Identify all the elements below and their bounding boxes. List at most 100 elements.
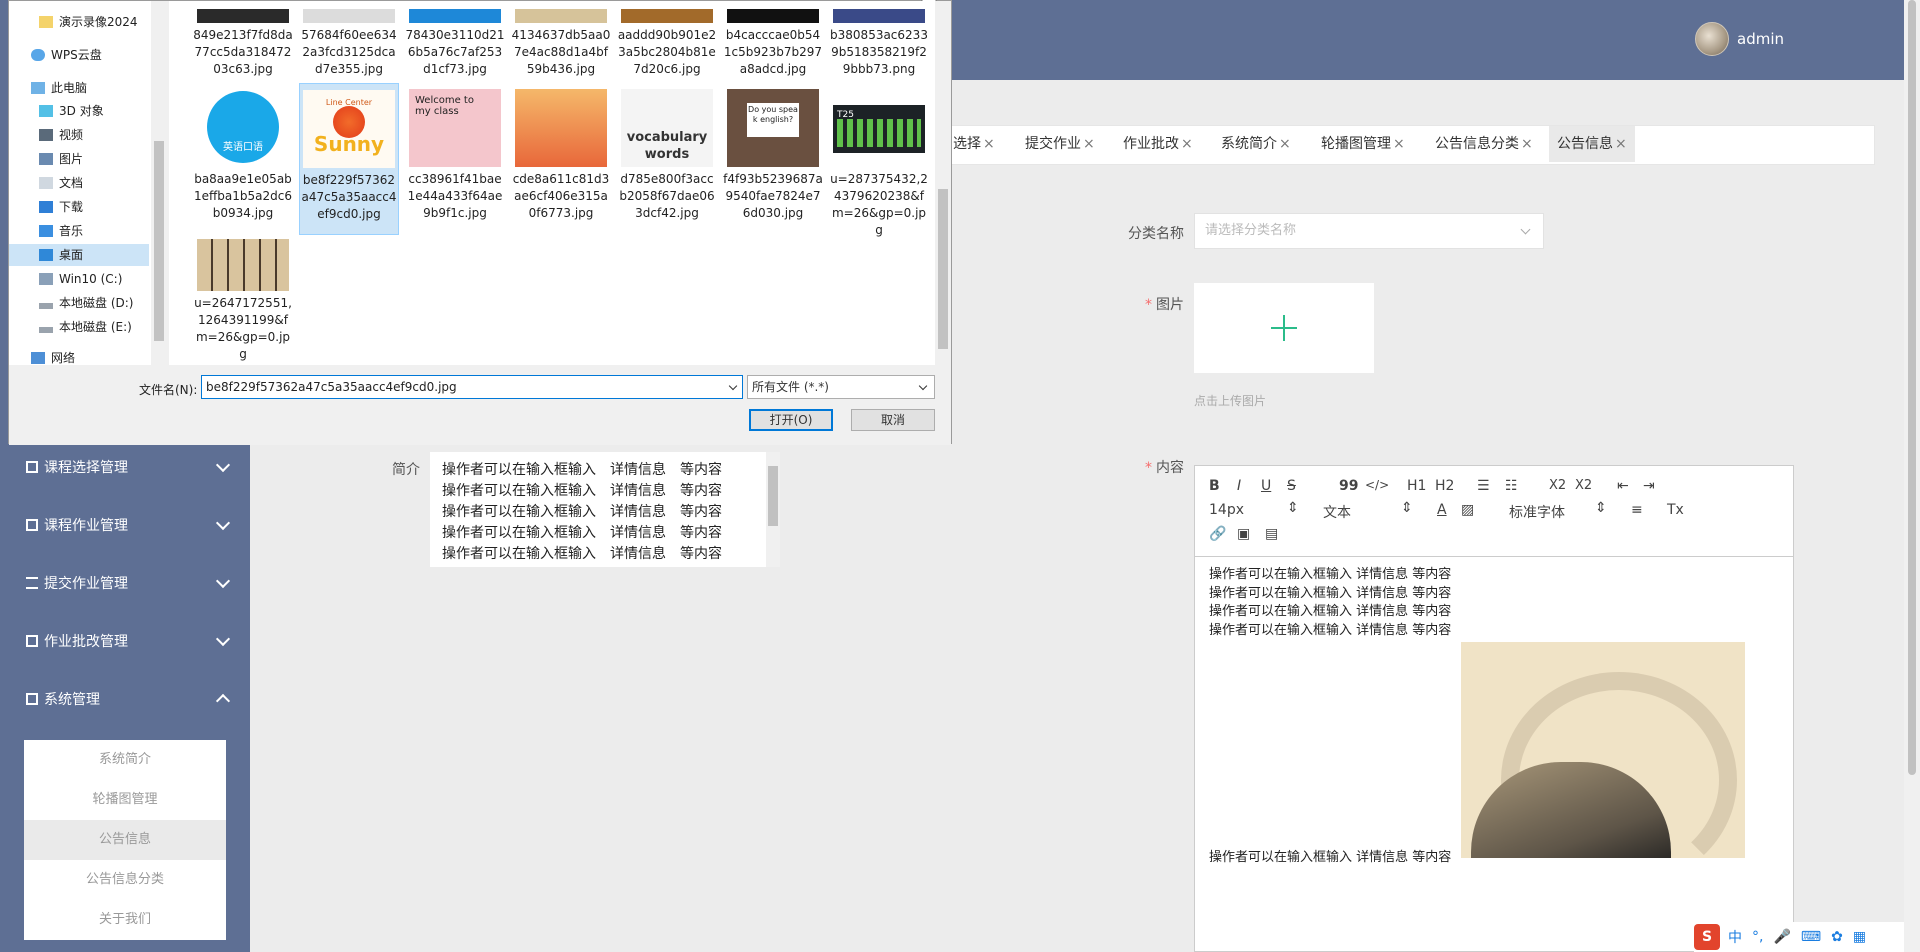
file-item-selected[interactable]: Line Center Sunny be8f229f57362a47c5a35a… [299,83,399,235]
tab-system-intro[interactable]: 系统简介 × [1221,126,1291,162]
sidebar-item-course-selection[interactable]: 课程选择管理 [0,438,250,496]
close-icon[interactable]: × [1521,136,1533,152]
outdent-icon[interactable]: ⇤ [1617,478,1629,494]
nav-scrollbar[interactable] [151,1,167,365]
nav-item-wps-cloud[interactable]: WPS云盘 [31,44,102,66]
image-icon[interactable]: ▣ [1237,526,1250,542]
close-icon[interactable]: × [1181,136,1193,152]
h2-button[interactable]: H2 [1435,478,1454,494]
files-scrollbar-thumb[interactable] [938,189,948,349]
sogou-logo-icon[interactable]: S [1694,924,1720,950]
chevron-down-icon[interactable] [728,381,738,391]
nav-item-3d-objects[interactable]: 3D 对象 [39,100,104,122]
italic-button[interactable]: I [1237,478,1241,494]
submenu-item-carousel[interactable]: 轮播图管理 [24,780,226,820]
text-color-button[interactable]: A [1437,502,1447,518]
file-item[interactable]: aaddd90b901e23a5bc2804b81e7d20c6.jpg [617,9,717,78]
block-format-select[interactable]: 文本 [1323,502,1351,522]
tab-carousel[interactable]: 轮播图管理 × [1321,126,1405,162]
close-icon[interactable]: × [1393,136,1405,152]
tab-homework-grading[interactable]: 作业批改 × [1123,126,1193,162]
nav-item-drive-e[interactable]: 本地磁盘 (E:) [39,316,132,338]
file-item[interactable]: cde8a611c81d3ae6cf406e315a0f6773.jpg [511,89,611,222]
file-item[interactable]: b380853ac62339b518358219f29bbb73.png [829,9,929,78]
submenu-item-notice[interactable]: 公告信息 [24,820,226,860]
sidebar-item-course-homework[interactable]: 课程作业管理 [0,496,250,554]
avatar[interactable] [1695,22,1729,56]
nav-item-desktop[interactable]: 桌面 [9,244,149,266]
clear-format-button[interactable]: Tx [1667,502,1684,518]
h1-button[interactable]: H1 [1407,478,1426,494]
cancel-button[interactable]: 取消 [851,409,935,431]
keyboard-icon[interactable]: ⌨ [1801,929,1821,945]
file-item[interactable]: 849e213f7fd8da77cc5da31847203c63.jpg [193,9,293,78]
file-item[interactable]: 英语口语 ba8aa9e1e05ab1effba1b5a2dc6b0934.jp… [193,89,293,222]
nav-item-this-pc[interactable]: 此电脑 [31,77,87,99]
nav-item-downloads[interactable]: 下载 [39,196,83,218]
image-upload-area[interactable] [1194,283,1374,373]
link-icon[interactable]: 🔗 [1209,526,1226,542]
bold-button[interactable]: B [1209,478,1220,494]
page-scrollbar[interactable] [1904,0,1920,952]
user-menu[interactable]: admin [1695,22,1784,56]
file-item[interactable]: Do you speak english? f4f93b5239687a9540… [723,89,823,222]
toolbox-icon[interactable]: ▦ [1853,929,1866,945]
submenu-item-system-intro[interactable]: 系统简介 [24,740,226,780]
file-item[interactable]: Welcome to my class cc38961f41bae1e44a43… [405,89,505,222]
tab-submit-homework[interactable]: 提交作业 × [1025,126,1095,162]
sidebar-item-submit-homework[interactable]: 提交作业管理 [0,554,250,612]
ime-toolbar[interactable]: S 中 °, 🎤 ⌨ ✿ ▦ [1694,922,1904,952]
close-icon[interactable]: × [1279,136,1291,152]
nav-item-pictures[interactable]: 图片 [39,148,83,170]
bullet-list-icon[interactable]: ☷ [1505,478,1518,494]
filename-input[interactable]: be8f229f57362a47c5a35aacc4ef9cd0.jpg [201,375,743,399]
tab-notice-category[interactable]: 公告信息分类 × [1435,126,1533,162]
video-icon[interactable]: ▤ [1265,526,1278,542]
category-select[interactable]: 请选择分类名称 [1194,213,1544,249]
intro-textarea[interactable]: 操作者可以在输入框输入 详情信息 等内容 操作者可以在输入框输入 详情信息 等内… [430,452,780,567]
username[interactable]: admin [1737,30,1784,48]
file-item[interactable]: 4134637db5aa07e4ac88d1a4bf59b436.jpg [511,9,611,78]
tab-selection[interactable]: 选择 × [953,126,995,162]
font-size-select[interactable]: 14px [1209,502,1244,518]
file-item[interactable]: 57684f60ee6342a3fcd3125dcad7e355.jpg [299,9,399,78]
nav-scrollbar-thumb[interactable] [154,141,164,341]
editor-content[interactable]: 操作者可以在输入框输入 详情信息 等内容 操作者可以在输入框输入 详情信息 等内… [1209,566,1451,640]
indent-icon[interactable]: ⇥ [1643,478,1655,494]
sidebar-item-homework-grading[interactable]: 作业批改管理 [0,612,250,670]
align-icon[interactable]: ≡ [1631,502,1643,518]
file-item[interactable]: u=2647172551,1264391199&fm=26&gp=0.jpg [193,239,293,363]
intro-scrollbar-thumb[interactable] [768,466,778,526]
background-color-icon[interactable]: ▨ [1461,502,1474,518]
nav-item-documents[interactable]: 文档 [39,172,83,194]
open-button[interactable]: 打开(O) [749,409,833,431]
rich-text-editor[interactable]: B I U S 99 </> H1 H2 ☰ ☷ X2 X2 ⇤ ⇥ 14px … [1194,465,1794,952]
nav-item-videos[interactable]: 视频 [39,124,83,146]
file-item[interactable]: T25 u=287375432,24379620238&fm=26&gp=0.j… [829,89,929,239]
close-icon[interactable]: × [1083,136,1095,152]
file-item[interactable]: 78430e3110d216b5a76c7af253d1cf73.jpg [405,9,505,78]
file-item[interactable]: vocabulary words d785e800f3accb2058f67da… [617,89,717,222]
tab-notice[interactable]: 公告信息 × [1549,126,1635,162]
submenu-item-notice-category[interactable]: 公告信息分类 [24,860,226,900]
submenu-item-about[interactable]: 关于我们 [24,900,226,940]
superscript-button[interactable]: X2 [1575,478,1592,493]
ime-language[interactable]: 中 [1728,927,1742,947]
blockquote-button[interactable]: 99 [1339,478,1358,494]
punctuation-icon[interactable]: °, [1752,929,1763,945]
underline-button[interactable]: U [1261,478,1271,494]
close-icon[interactable]: × [983,136,995,152]
font-family-select[interactable]: 标准字体 [1509,502,1565,522]
file-item[interactable]: b4cacccae0b541c5b923b7b297a8adcd.jpg [723,9,823,78]
content-image-book[interactable] [1461,642,1745,888]
nav-item-drive-d[interactable]: 本地磁盘 (D:) [39,292,133,314]
code-button[interactable]: </> [1365,478,1389,492]
microphone-icon[interactable]: 🎤 [1773,929,1790,945]
close-icon[interactable]: × [1615,136,1627,152]
files-scrollbar[interactable] [935,1,951,365]
nav-item-music[interactable]: 音乐 [39,220,83,242]
filetype-select[interactable]: 所有文件 (*.*) [747,375,935,399]
intro-scrollbar[interactable] [766,452,780,567]
subscript-button[interactable]: X2 [1549,478,1566,493]
skin-icon[interactable]: ✿ [1831,929,1843,945]
